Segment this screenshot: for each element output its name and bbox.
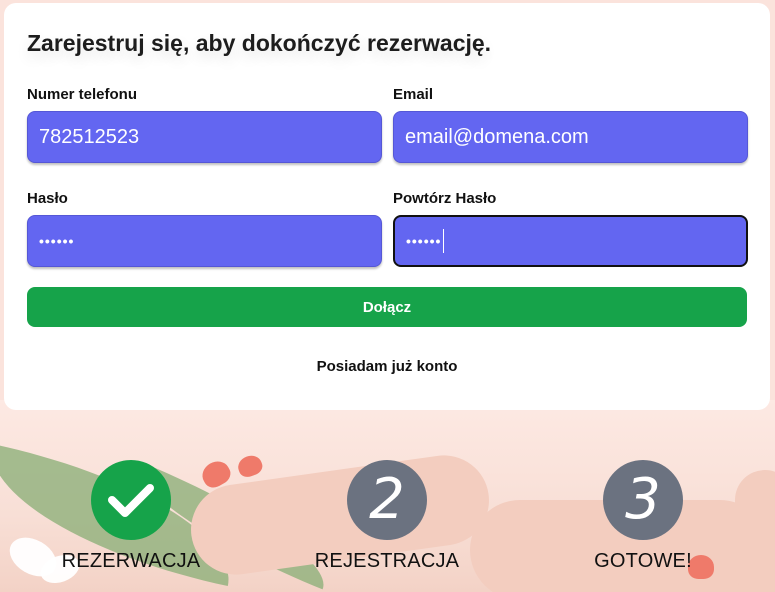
password-value: •••••• [39,233,75,249]
password-repeat-input[interactable]: •••••• [393,215,748,267]
password-repeat-label: Powtórz Hasło [393,190,497,207]
registration-card: Zarejestruj się, aby dokończyć rezerwacj… [4,3,770,410]
step-done: 3 GOTOWE! [548,460,738,573]
step-label: REJESTRACJA [314,550,460,572]
step-number: 3 [625,467,661,532]
step-done-circle [91,460,171,540]
existing-account-link[interactable]: Posiadam już konto [4,358,770,375]
password-repeat-value: •••••• [406,233,442,249]
step-number-circle: 3 [603,460,683,540]
step-number-circle: 2 [347,460,427,540]
hand-decoration [735,470,775,592]
step-label: GOTOWE! [594,550,692,572]
step-label: REZERWACJA [61,550,201,572]
phone-value: 782512523 [39,125,140,148]
phone-input[interactable]: 782512523 [27,111,382,163]
password-label: Hasło [27,190,68,207]
step-number: 2 [369,467,405,532]
form-title: Zarejestruj się, aby dokończyć rezerwacj… [27,30,492,56]
email-label: Email [393,86,434,103]
join-button[interactable]: Dołącz [27,287,747,327]
password-input[interactable]: •••••• [27,215,382,267]
check-icon [108,484,154,517]
step-registration: 2 REJESTRACJA [292,460,482,573]
text-caret [443,229,445,253]
step-reservation: REZERWACJA [36,460,226,573]
email-value: email@domena.com [405,125,589,148]
phone-label: Numer telefonu [27,86,138,103]
email-input[interactable]: email@domena.com [393,111,748,163]
